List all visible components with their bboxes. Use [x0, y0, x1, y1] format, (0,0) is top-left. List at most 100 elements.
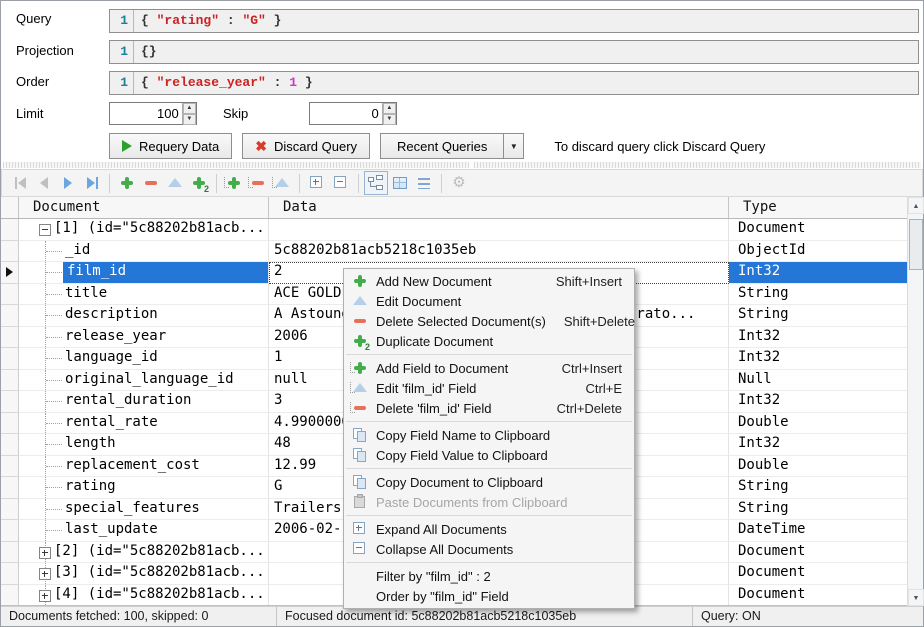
expand-row-icon[interactable] [39, 568, 51, 580]
menu-item-collapse-all[interactable]: Collapse All Documents [344, 539, 634, 559]
table-row[interactable]: [1] (id="5c88202b81acb... Document [1, 219, 923, 241]
data-cell[interactable]: 5c88202b81acb5218c1035eb [269, 241, 729, 263]
field-cell[interactable]: replacement_cost [19, 456, 269, 478]
type-cell[interactable]: Int32 [729, 348, 909, 370]
data-cell[interactable] [269, 219, 729, 241]
splitter-grip[interactable] [3, 162, 469, 168]
column-header-data[interactable]: Data [269, 197, 729, 218]
scrollbar-thumb[interactable] [909, 219, 923, 270]
collapse-row-icon[interactable] [39, 224, 51, 236]
collapse-all-button[interactable] [329, 171, 353, 195]
spin-down-icon[interactable]: ▼ [383, 114, 396, 125]
text-view-button[interactable] [412, 171, 436, 195]
spin-down-icon[interactable]: ▼ [183, 114, 196, 125]
expand-all-button[interactable] [305, 171, 329, 195]
field-cell[interactable]: [1] (id="5c88202b81acb... [19, 219, 269, 241]
type-cell[interactable]: ObjectId [729, 241, 909, 263]
type-cell[interactable]: Document [729, 563, 909, 585]
last-record-button[interactable] [80, 171, 104, 195]
prior-record-button[interactable] [32, 171, 56, 195]
next-record-button[interactable] [56, 171, 80, 195]
field-cell[interactable]: film_id [19, 262, 269, 284]
menu-item-filter-by-field[interactable]: Filter by "film_id" : 2 [344, 566, 634, 586]
projection-editor[interactable]: 1 {} [109, 40, 919, 64]
first-record-button[interactable] [8, 171, 32, 195]
delete-field-button[interactable] [246, 171, 270, 195]
field-cell[interactable]: _id [19, 241, 269, 263]
limit-stepper[interactable]: ▲▼ [109, 102, 197, 125]
spin-up-icon[interactable]: ▲ [383, 103, 396, 114]
menu-item-edit-field[interactable]: Edit 'film_id' FieldCtrl+E [344, 378, 634, 398]
field-cell[interactable]: language_id [19, 348, 269, 370]
menu-item-add-field[interactable]: Add Field to DocumentCtrl+Insert [344, 358, 634, 378]
field-cell[interactable]: rating [19, 477, 269, 499]
type-cell[interactable]: Int32 [729, 391, 909, 413]
tree-view-button[interactable] [364, 171, 388, 195]
expand-row-icon[interactable] [39, 590, 51, 602]
spin-up-icon[interactable]: ▲ [183, 103, 196, 114]
field-cell[interactable]: [3] (id="5c88202b81acb... [19, 563, 269, 585]
type-cell[interactable]: Int32 [729, 262, 909, 284]
order-editor[interactable]: 1 { "release_year" : 1 } [109, 71, 919, 95]
duplicate-document-button[interactable]: 2 [187, 171, 211, 195]
field-cell[interactable]: rental_rate [19, 413, 269, 435]
type-cell[interactable]: Int32 [729, 327, 909, 349]
type-cell[interactable]: Double [729, 413, 909, 435]
menu-item-delete-selected-documents[interactable]: Delete Selected Document(s)Shift+Delete [344, 311, 634, 331]
field-cell[interactable]: [2] (id="5c88202b81acb... [19, 542, 269, 564]
limit-input[interactable] [110, 103, 182, 124]
delete-document-button[interactable] [139, 171, 163, 195]
scroll-down-button[interactable]: ▼ [908, 589, 924, 606]
recent-queries-dropdown-button[interactable]: ▼ [504, 133, 524, 159]
requery-data-button[interactable]: Requery Data [109, 133, 232, 159]
type-cell[interactable]: String [729, 284, 909, 306]
field-cell[interactable]: rental_duration [19, 391, 269, 413]
settings-button[interactable]: ⚙ [447, 171, 471, 195]
field-cell[interactable]: special_features [19, 499, 269, 521]
type-cell[interactable]: String [729, 305, 909, 327]
menu-item-copy-document[interactable]: Copy Document to Clipboard [344, 472, 634, 492]
skip-stepper[interactable]: ▲▼ [309, 102, 397, 125]
vertical-scrollbar[interactable]: ▲ ▼ [907, 197, 923, 606]
limit-spin-buttons[interactable]: ▲▼ [182, 103, 196, 124]
menu-item-add-new-document[interactable]: Add New DocumentShift+Insert [344, 271, 634, 291]
type-cell[interactable]: Document [729, 219, 909, 241]
table-row[interactable]: _id 5c88202b81acb5218c1035eb ObjectId [1, 241, 923, 263]
type-cell[interactable]: Document [729, 585, 909, 607]
type-cell[interactable]: Int32 [729, 434, 909, 456]
menu-item-expand-all[interactable]: Expand All Documents [344, 519, 634, 539]
edit-field-button[interactable] [270, 171, 294, 195]
type-cell[interactable]: DateTime [729, 520, 909, 542]
discard-query-button[interactable]: ✖Discard Query [242, 133, 370, 159]
menu-item-delete-field[interactable]: Delete 'film_id' FieldCtrl+Delete [344, 398, 634, 418]
menu-item-copy-field-name[interactable]: Copy Field Name to Clipboard [344, 425, 634, 445]
field-cell[interactable]: description [19, 305, 269, 327]
menu-item-duplicate-document[interactable]: 2 Duplicate Document [344, 331, 634, 351]
type-cell[interactable]: String [729, 499, 909, 521]
table-view-button[interactable] [388, 171, 412, 195]
field-cell[interactable]: last_update [19, 520, 269, 542]
menu-item-edit-document[interactable]: Edit Document [344, 291, 634, 311]
skip-input[interactable] [310, 103, 382, 124]
skip-spin-buttons[interactable]: ▲▼ [382, 103, 396, 124]
add-field-button[interactable] [222, 171, 246, 195]
edit-document-button[interactable] [163, 171, 187, 195]
query-editor[interactable]: 1 { "rating" : "G" } [109, 9, 919, 33]
scroll-up-button[interactable]: ▲ [908, 197, 924, 214]
add-document-button[interactable] [115, 171, 139, 195]
query-code[interactable]: { "rating" : "G" } [134, 10, 918, 32]
menu-item-copy-field-value[interactable]: Copy Field Value to Clipboard [344, 445, 634, 465]
column-header-document[interactable]: Document [19, 197, 269, 218]
field-cell[interactable]: release_year [19, 327, 269, 349]
recent-queries-button[interactable]: Recent Queries [380, 133, 504, 159]
field-cell[interactable]: title [19, 284, 269, 306]
column-header-type[interactable]: Type [729, 197, 909, 218]
horizontal-splitter[interactable] [1, 161, 923, 169]
field-cell[interactable]: original_language_id [19, 370, 269, 392]
type-cell[interactable]: Double [729, 456, 909, 478]
type-cell[interactable]: String [729, 477, 909, 499]
field-cell[interactable]: [4] (id="5c88202b81acb... [19, 585, 269, 607]
menu-item-order-by-field[interactable]: Order by "film_id" Field [344, 586, 634, 606]
order-code[interactable]: { "release_year" : 1 } [134, 72, 918, 94]
type-cell[interactable]: Document [729, 542, 909, 564]
